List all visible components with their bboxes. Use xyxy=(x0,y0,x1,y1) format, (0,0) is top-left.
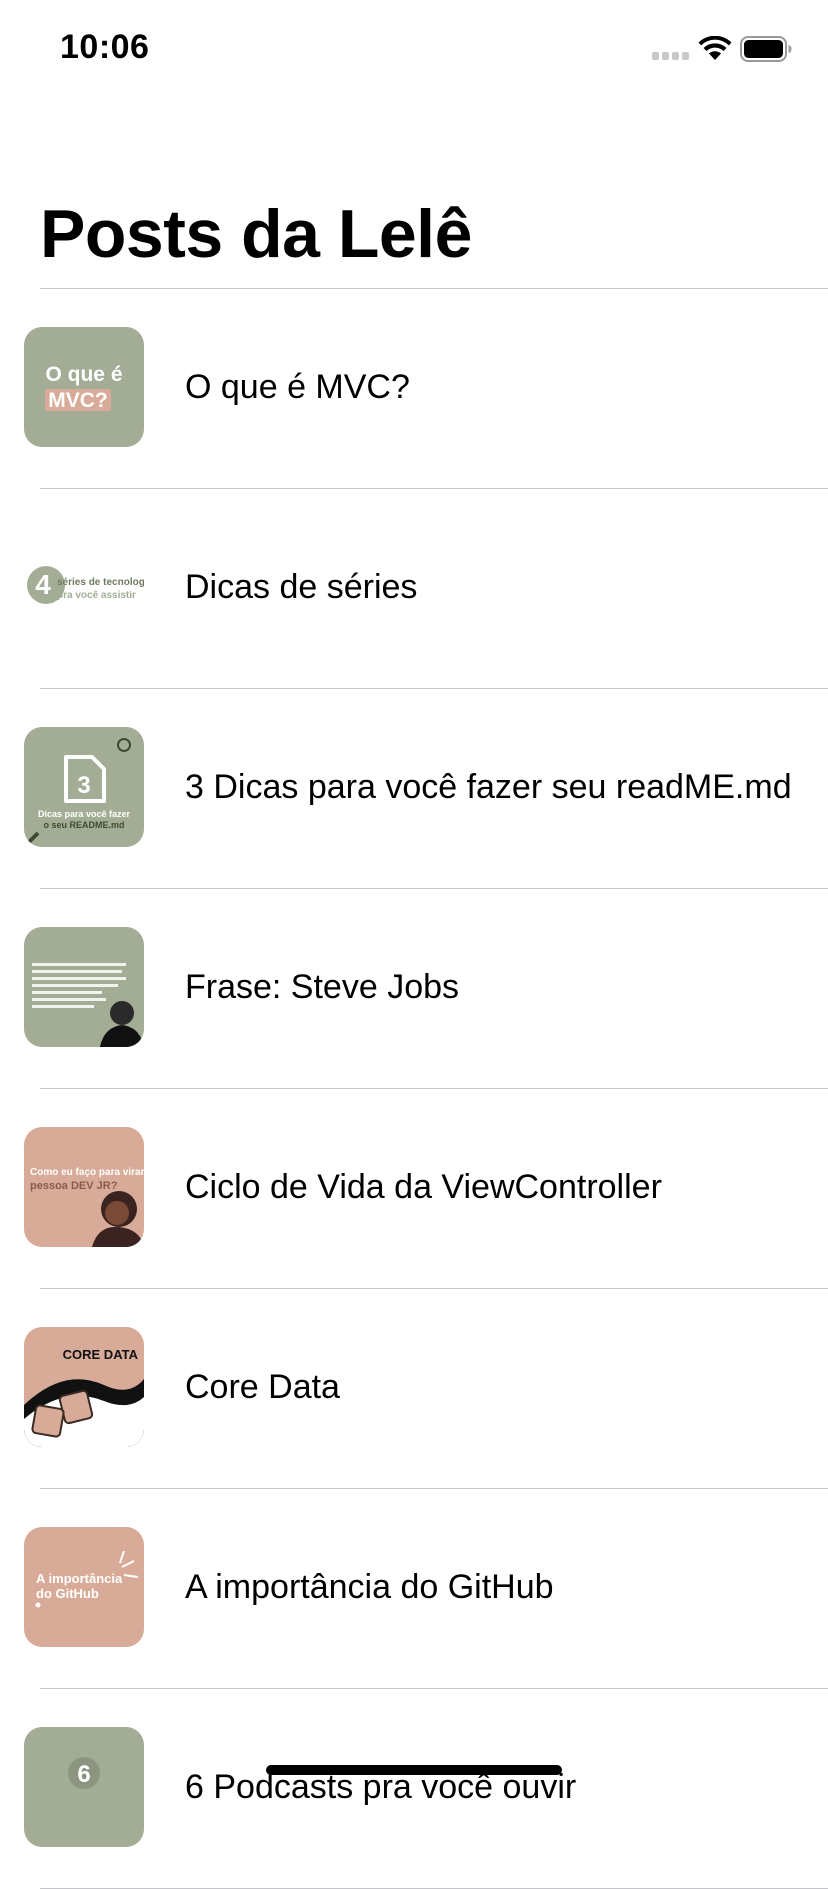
list-item[interactable]: O que é MVC? O que é MVC? xyxy=(0,289,828,489)
cellular-signal-icon xyxy=(652,52,690,62)
post-thumbnail: O que é MVC? xyxy=(24,327,144,447)
post-thumbnail xyxy=(24,927,144,1047)
thumb-text: 3 xyxy=(77,772,90,799)
thumb-text: 6 xyxy=(77,1761,90,1788)
list-item[interactable]: Como eu faço para virar uma pessoa DEV J… xyxy=(0,1089,828,1289)
post-thumbnail: A importância do GitHub xyxy=(24,1527,144,1647)
list-item[interactable]: Frase: Steve Jobs xyxy=(0,889,828,1089)
thumb-text: 4 xyxy=(35,569,51,600)
post-title: Ciclo de Vida da ViewController xyxy=(185,1168,662,1206)
list-item[interactable]: 4 séries de tecnologia pra você assistir… xyxy=(0,489,828,689)
thumb-text: Como eu faço para virar uma xyxy=(30,1167,144,1178)
status-bar: 10:06 xyxy=(0,0,828,96)
post-thumbnail: 3 Dicas para você fazer o seu README.md xyxy=(24,727,144,847)
list-item[interactable]: CORE DATA Core Data xyxy=(0,1289,828,1489)
post-title: O que é MVC? xyxy=(185,368,410,406)
thumb-text: do GitHub xyxy=(36,1586,99,1601)
thumb-text: MVC? xyxy=(48,389,108,412)
list-item[interactable]: A importância do GitHub A importância do… xyxy=(0,1489,828,1689)
post-thumbnail: CORE DATA xyxy=(24,1327,144,1447)
post-thumbnail: Como eu faço para virar uma pessoa DEV J… xyxy=(24,1127,144,1247)
list-item[interactable]: 3 Dicas para você fazer o seu README.md … xyxy=(0,689,828,889)
status-time: 10:06 xyxy=(60,28,150,66)
list-item[interactable]: 6 6 Podcasts pra você ouvir xyxy=(0,1689,828,1889)
post-thumbnail: 6 xyxy=(24,1727,144,1847)
thumb-text: pra você assistir xyxy=(57,590,136,601)
thumb-text: Dicas para você fazer xyxy=(38,809,131,819)
post-title: Dicas de séries xyxy=(185,568,418,606)
post-title: Frase: Steve Jobs xyxy=(185,968,460,1006)
thumb-text: A importância xyxy=(36,1571,123,1586)
post-title: 3 Dicas para você fazer seu readME.md xyxy=(185,768,792,806)
post-thumbnail: 4 séries de tecnologia pra você assistir xyxy=(24,527,144,647)
post-title: Core Data xyxy=(185,1368,340,1406)
post-title: A importância do GitHub xyxy=(185,1568,554,1606)
thumb-text: CORE DATA xyxy=(63,1347,139,1362)
posts-list[interactable]: O que é MVC? O que é MVC? 4 séries de te… xyxy=(0,289,828,1889)
thumb-text: pessoa DEV JR? xyxy=(30,1180,118,1192)
thumb-text: séries de tecnologia xyxy=(57,577,144,588)
wifi-icon xyxy=(698,36,732,60)
thumb-text: O que é xyxy=(45,363,122,386)
home-indicator[interactable] xyxy=(266,1765,562,1775)
page-title: Posts da Lelê xyxy=(40,196,472,272)
battery-icon xyxy=(740,36,792,62)
thumb-text: o seu README.md xyxy=(43,820,124,830)
